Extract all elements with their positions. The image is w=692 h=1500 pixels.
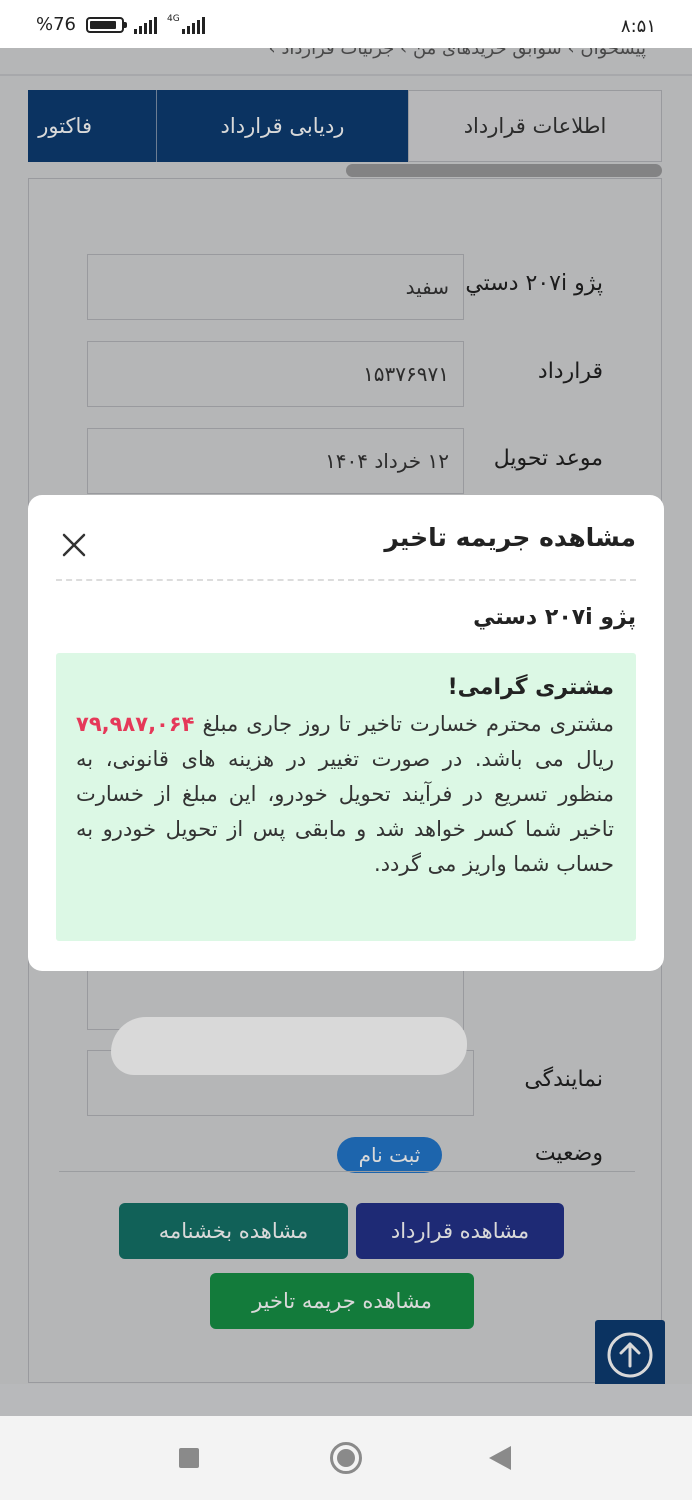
network-type: 4G <box>167 13 180 24</box>
status-bar: %76 4G ۸:۵۱ <box>0 0 692 48</box>
modal-divider <box>56 579 636 581</box>
signal-icon <box>134 16 158 34</box>
notice-greeting: مشتری گرامی! <box>447 675 614 700</box>
delay-penalty-modal: مشاهده جریمه تاخیر پژو ۲۰۷i دستي مشتری گ… <box>28 495 664 971</box>
battery-icon <box>86 16 128 33</box>
system-nav-bar <box>0 1416 692 1500</box>
close-icon <box>62 533 86 557</box>
car-name: پژو ۲۰۷i دستي <box>473 605 636 630</box>
clock: ۸:۵۱ <box>620 16 656 37</box>
penalty-amount: ۷۹,۹۸۷,۰۶۴ <box>76 712 195 736</box>
notice-text-before: مشتری محترم خسارت تاخیر تا روز جاری مبلغ <box>202 712 615 736</box>
status-indicators: %76 4G <box>36 14 205 35</box>
back-icon[interactable] <box>489 1446 511 1470</box>
signal-icon-2 <box>181 16 205 34</box>
recent-apps-icon[interactable] <box>179 1448 199 1468</box>
battery-percent: %76 <box>36 14 77 35</box>
close-button[interactable] <box>60 531 88 559</box>
notice-body: مشتری محترم خسارت تاخیر تا روز جاری مبلغ… <box>76 707 614 882</box>
home-icon[interactable] <box>330 1442 362 1474</box>
notice-text-after: ریال می باشد. در صورت تغییر در هزینه های… <box>76 747 614 876</box>
penalty-notice: مشتری گرامی! مشتری محترم خسارت تاخیر تا … <box>56 653 636 941</box>
modal-title: مشاهده جریمه تاخیر <box>384 523 636 552</box>
